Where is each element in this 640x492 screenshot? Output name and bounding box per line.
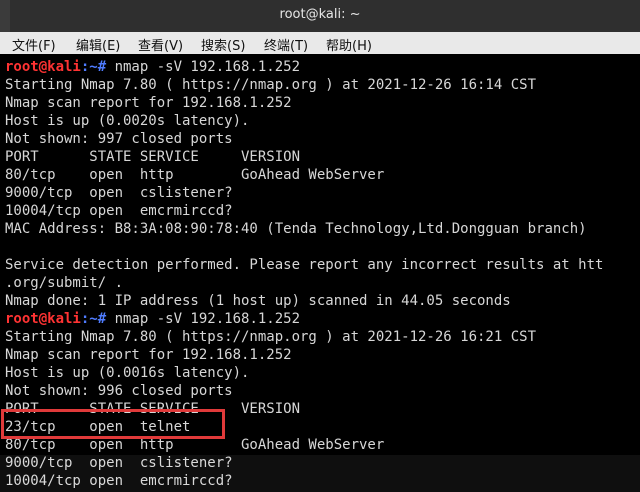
output-line: 10004/tcp open emcrmirccd? (5, 203, 233, 219)
output-line: Starting Nmap 7.80 ( https://nmap.org ) … (5, 329, 537, 345)
output-line: Not shown: 996 closed ports (5, 383, 233, 399)
output-line: 9000/tcp open cslistener? (5, 185, 233, 201)
command-line: root@kali:~# nmap -sV 192.168.1.252 (5, 310, 300, 328)
command-text: nmap -sV 192.168.1.252 (114, 311, 301, 327)
prompt-user: root@kali (5, 59, 81, 75)
selection-overlay (0, 455, 640, 492)
output-line: PORT STATE SERVICE VERSION (5, 149, 301, 165)
menu-bar: 文件(F) 编辑(E) 查看(V) 搜索(S) 终端(T) 帮助(H) (0, 32, 640, 54)
output-line: Nmap done: 1 IP address (1 host up) scan… (5, 293, 511, 309)
output-line: .org/submit/ . (5, 275, 124, 291)
menu-edit[interactable]: 编辑(E) (76, 35, 120, 54)
output-line: Nmap scan report for 192.168.1.252 (5, 95, 292, 111)
telnet-highlight-box (1, 409, 225, 439)
menu-terminal[interactable]: 终端(T) (264, 35, 308, 54)
output-line: MAC Address: B8:3A:08:90:78:40 (Tenda Te… (5, 221, 587, 237)
window-titlebar[interactable]: root@kali: ~ (0, 0, 640, 32)
prompt-path: :~# (80, 59, 115, 75)
menu-search[interactable]: 搜索(S) (201, 35, 245, 54)
output-line: 80/tcp open http GoAhead WebServer (5, 167, 385, 183)
window-title: root@kali: ~ (279, 7, 361, 22)
prompt-path: :~# (80, 311, 115, 327)
output-line: Service detection performed. Please repo… (5, 257, 604, 273)
output-line: Starting Nmap 7.80 ( https://nmap.org ) … (5, 77, 537, 93)
output-line: Not shown: 997 closed ports (5, 131, 233, 147)
output-line: Nmap scan report for 192.168.1.252 (5, 347, 292, 363)
menu-view[interactable]: 查看(V) (138, 35, 183, 54)
command-line: root@kali:~# nmap -sV 192.168.1.252 (5, 58, 300, 76)
output-line: Host is up (0.0020s latency). (5, 113, 250, 129)
terminal-output[interactable]: root@kali:~# nmap -sV 192.168.1.252 Start… (0, 55, 640, 492)
prompt-user: root@kali (5, 311, 81, 327)
command-text: nmap -sV 192.168.1.252 (114, 59, 301, 75)
menu-file[interactable]: 文件(F) (12, 35, 56, 54)
menu-help[interactable]: 帮助(H) (326, 35, 372, 54)
output-line: Host is up (0.0016s latency). (5, 365, 250, 381)
